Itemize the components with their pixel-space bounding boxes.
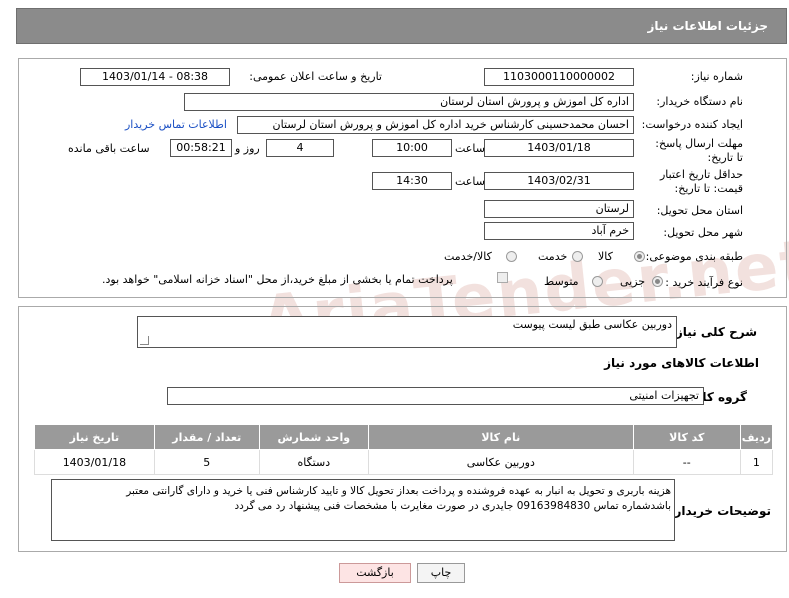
buyer-notes-line1: هزینه باربری و تحویل به انبار به عهده فر…	[126, 485, 671, 497]
category-option-goods: کالا	[598, 250, 613, 263]
purchase-radio-medium[interactable]	[592, 276, 603, 287]
col-row-number: ردیف	[739, 424, 774, 450]
buyer-notes-line2: باشدشماره تماس 09163984830 جایدری در صور…	[234, 500, 671, 512]
city-label: شهر محل تحویل:	[663, 226, 743, 239]
cell-unit: دستگاه	[258, 449, 369, 475]
col-unit: واحد شمارش	[258, 424, 369, 450]
treasury-note: پرداخت تمام یا بخشی از مبلغ خرید،از محل …	[102, 273, 453, 286]
goods-section-title: اطلاعات کالاهای مورد نیاز	[604, 356, 759, 370]
buyer-org-label: نام دستگاه خریدار:	[656, 95, 743, 108]
cell-row-number: 1	[739, 449, 774, 475]
purchase-radio-minor[interactable]	[652, 276, 663, 287]
remaining-time-label: ساعت باقی مانده	[68, 142, 150, 155]
description-textarea[interactable]: دوربین عکاسی طبق لیست پیوست	[137, 316, 677, 348]
buyer-contact-link[interactable]: اطلاعات تماس خریدار	[125, 118, 227, 131]
buyer-notes-textarea[interactable]: هزینه باربری و تحویل به انبار به عهده فر…	[51, 479, 675, 541]
col-goods-code: کد کالا	[632, 424, 741, 450]
description-text: دوربین عکاسی طبق لیست پیوست	[512, 318, 672, 331]
city-field[interactable]: خرم آباد	[484, 222, 634, 240]
col-goods-name: نام کالا	[367, 424, 634, 450]
col-quantity: تعداد / مقدار	[153, 424, 260, 450]
price-validity-time-field[interactable]: 14:30	[372, 172, 452, 190]
table-row[interactable]: 1 -- دوربین عکاسی دستگاه 5 1403/01/18	[34, 449, 774, 475]
buyer-notes-label: توضیحات خریدار:	[669, 504, 771, 518]
reply-date-field[interactable]: 1403/01/18	[484, 139, 634, 157]
category-label: طبقه بندی موضوعی:	[645, 250, 743, 263]
category-radio-goods[interactable]	[634, 251, 645, 262]
purchase-option-minor: جزیی	[620, 275, 646, 288]
announce-label: تاریخ و ساعت اعلان عمومی:	[249, 70, 382, 83]
province-field[interactable]: لرستان	[484, 200, 634, 218]
page-header: جزئیات اطلاعات نیاز	[16, 8, 787, 44]
back-button[interactable]: بازگشت	[339, 563, 411, 583]
purchase-option-medium: متوسط	[544, 275, 579, 288]
col-need-date: تاریخ نیاز	[34, 424, 155, 450]
cell-goods-code: --	[632, 449, 741, 475]
reply-time-field[interactable]: 10:00	[372, 139, 452, 157]
need-number-label: شماره نیاز:	[690, 70, 743, 83]
remaining-time-field[interactable]: 00:58:21	[170, 139, 232, 157]
table-header-row: ردیف کد کالا نام کالا واحد شمارش تعداد /…	[34, 424, 774, 450]
category-option-both: کالا/خدمت	[444, 250, 492, 263]
page-title: جزئیات اطلاعات نیاز	[647, 19, 768, 33]
price-validity-time-label: ساعت	[455, 175, 485, 188]
purchase-type-label: نوع فرآیند خرید :	[665, 276, 743, 289]
print-button[interactable]: چاپ	[417, 563, 465, 583]
category-radio-service[interactable]	[572, 251, 583, 262]
announce-field[interactable]: 1403/01/14 - 08:38	[80, 68, 230, 86]
reply-time-label: ساعت	[455, 142, 485, 155]
treasury-checkbox[interactable]	[497, 272, 508, 283]
category-option-service: خدمت	[538, 250, 568, 263]
reply-days-label: روز و	[235, 142, 260, 155]
cell-goods-name: دوربین عکاسی	[367, 449, 634, 475]
cell-need-date: 1403/01/18	[34, 449, 155, 475]
creator-field[interactable]: احسان محمدحسینی کارشناس خرید اداره کل ام…	[237, 116, 634, 134]
category-radio-both[interactable]	[506, 251, 517, 262]
goods-group-field[interactable]: تجهیزات امنیتی	[167, 387, 704, 405]
cell-quantity: 5	[153, 449, 260, 475]
resize-grip-icon[interactable]	[140, 336, 149, 345]
goods-table: ردیف کد کالا نام کالا واحد شمارش تعداد /…	[34, 424, 774, 475]
reply-deadline-label: مهلت ارسال پاسخ: تا تاریخ:	[655, 137, 743, 164]
reply-days-field[interactable]: 4	[266, 139, 334, 157]
price-validity-date-field[interactable]: 1403/02/31	[484, 172, 634, 190]
description-label: شرح کلی نیاز:	[671, 325, 757, 339]
province-label: استان محل تحویل:	[656, 204, 743, 217]
creator-label: ایجاد کننده درخواست:	[641, 118, 743, 131]
need-number-field[interactable]: 1103000110000002	[484, 68, 634, 86]
price-validity-label: حداقل تاریخ اعتبار قیمت: تا تاریخ:	[659, 168, 743, 195]
buyer-org-field[interactable]: اداره کل اموزش و پرورش استان لرستان	[184, 93, 634, 111]
